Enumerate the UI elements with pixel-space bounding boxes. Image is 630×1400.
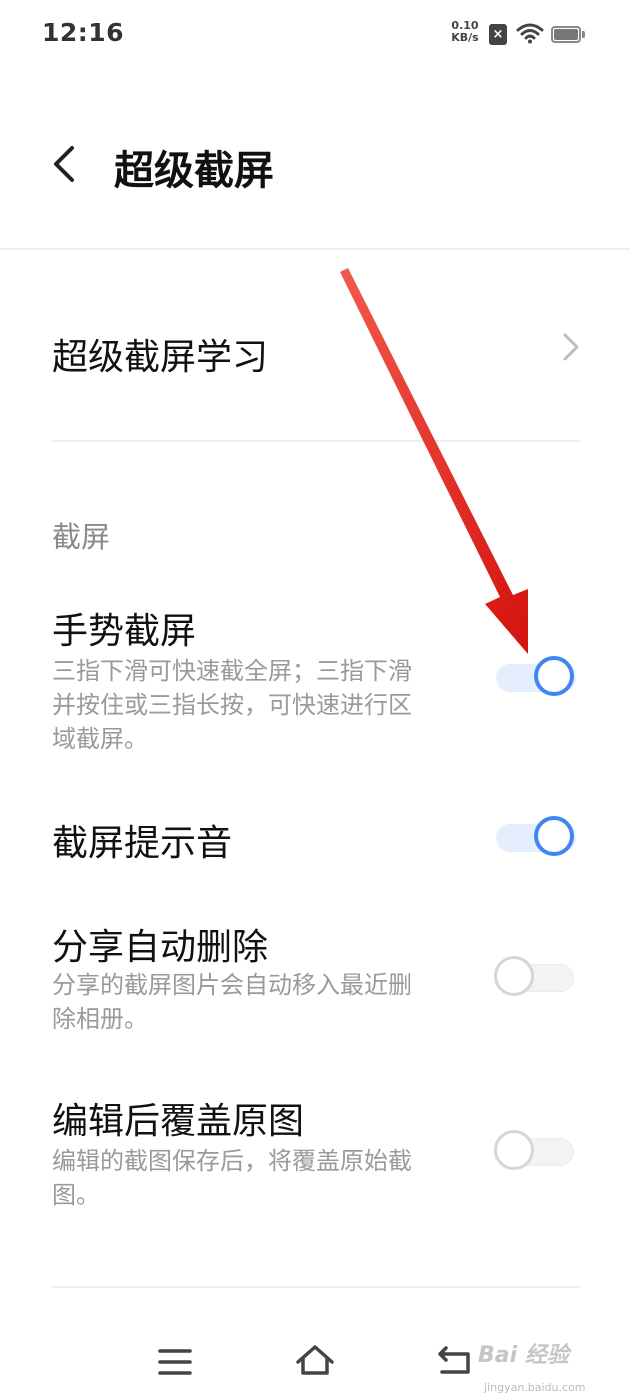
toggle-knob [494,1130,534,1170]
setting-title: 编辑后覆盖原图 [52,1101,305,1142]
setting-description: 分享的截屏图片会自动移入最近删除相册。 [52,971,412,1033]
setting-row-overwrite-original: 编辑后覆盖原图 编辑的截图保存后，将覆盖原始截图。 [0,1090,630,1220]
home-icon[interactable] [294,1342,336,1378]
annotation-arrow [340,268,528,654]
menu-icon[interactable] [158,1347,192,1377]
setting-row-auto-delete-share: 分享自动删除 分享的截屏图片会自动移入最近删除相册。 [0,914,630,1044]
setting-title: 分享自动删除 [52,927,269,968]
screenshot-sound-toggle[interactable] [496,814,580,860]
auto-delete-share-toggle[interactable] [494,954,578,1000]
section-header: 截屏 [52,520,111,554]
toggle-knob [534,816,574,856]
learn-row-label: 超级截屏学习 [52,337,269,378]
watermark-logo: Bai 经验 jingyan.baidu.com [478,1337,626,1397]
toggle-knob [534,656,574,696]
watermark-url: jingyan.baidu.com [484,1381,586,1394]
overwrite-original-toggle[interactable] [494,1128,578,1174]
page-title: 超级截屏 [114,148,274,194]
sim-error-icon: × [489,24,507,45]
bottom-divider [52,1286,580,1288]
status-time: 12:16 [42,18,125,47]
setting-title: 截屏提示音 [52,823,233,864]
setting-description: 编辑的截图保存后，将覆盖原始截图。 [52,1147,412,1209]
battery-icon [551,26,585,43]
network-speed-unit: KB/s [451,31,479,44]
network-speed: 0.10 KB/s [448,20,482,44]
back-icon[interactable] [436,1344,476,1378]
wifi-icon [516,23,544,44]
setting-description: 三指下滑可快速截全屏；三指下滑并按住或三指长按，可快速进行区域截屏。 [52,657,412,753]
watermark-brand: Bai 经验 [478,1343,569,1368]
back-chevron-icon[interactable] [48,144,86,184]
toggle-knob [494,956,534,996]
setting-row-screenshot-sound: 截屏提示音 [0,812,630,872]
setting-title: 手势截屏 [52,611,197,652]
header-divider [0,248,630,250]
